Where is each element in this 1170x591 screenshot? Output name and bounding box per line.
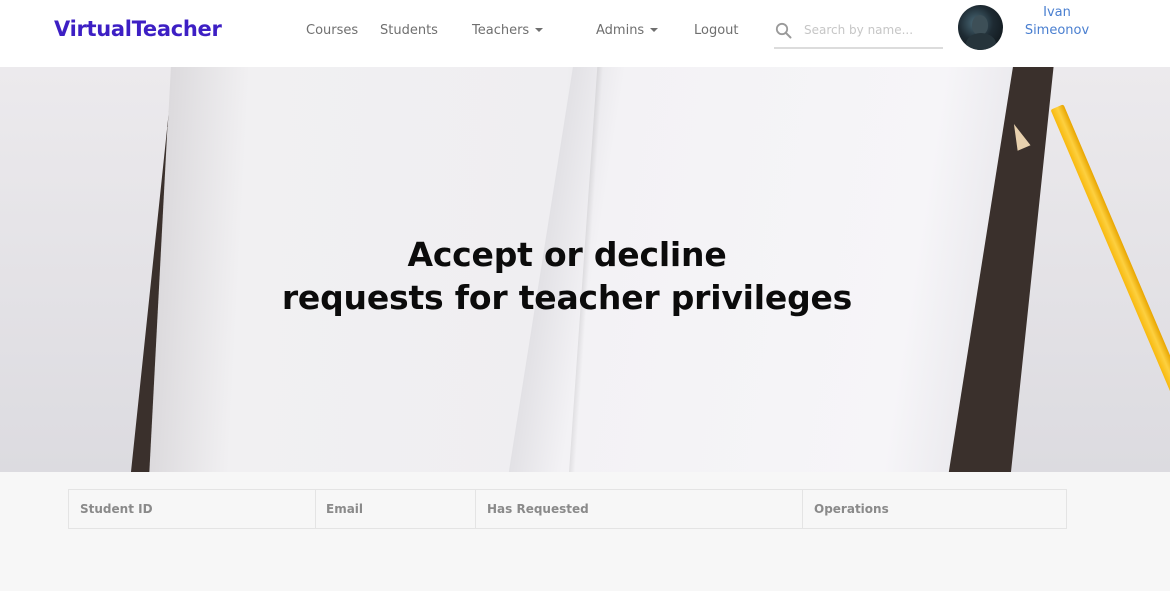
column-header-has-requested: Has Requested [476,490,803,528]
nav-dropdown-label: Teachers [472,23,530,38]
search-icon[interactable] [775,22,792,39]
caret-down-icon [650,27,659,32]
column-header-email: Email [315,490,476,528]
page-title-line-2: requests for teacher privileges [281,278,853,317]
brand-logo[interactable]: VirtualTeacher [54,17,222,41]
nav-link-students[interactable]: Students [380,23,438,38]
requests-table: Student ID Email Has Requested Operation… [68,489,1067,529]
navbar: VirtualTeacher Courses Students Teachers… [0,0,1170,67]
nav-link-logout[interactable]: Logout [694,23,739,38]
page-title: Accept or decline requests for teacher p… [0,233,1134,319]
nav-dropdown-label: Admins [596,23,645,38]
avatar-body [966,33,996,50]
nav-link-courses[interactable]: Courses [306,23,358,38]
search-box [774,14,943,49]
page-title-line-1: Accept or decline [407,235,727,274]
hero-banner: Accept or decline requests for teacher p… [0,67,1170,472]
column-header-operations: Operations [814,502,889,516]
caret-down-icon [535,27,544,32]
user-first-name: Ivan [1043,5,1071,20]
avatar-face [972,15,988,35]
avatar[interactable] [958,5,1003,50]
user-last-name: Simeonov [1024,23,1090,38]
user-profile-link[interactable]: Ivan Simeonov [1018,4,1096,40]
nav-dropdown-admins[interactable]: Admins [596,23,659,38]
column-header-student-id: Student ID [69,490,316,528]
search-input[interactable] [804,19,940,41]
nav-dropdown-teachers[interactable]: Teachers [472,23,544,38]
